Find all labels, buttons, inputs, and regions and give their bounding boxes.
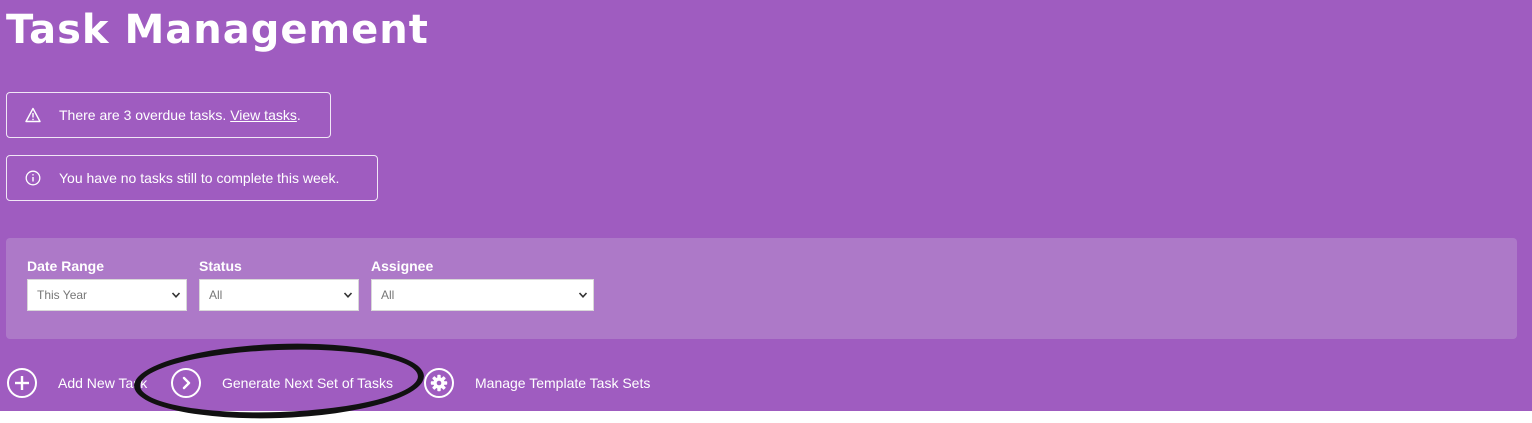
add-new-task-button[interactable]: Add New Task xyxy=(7,366,147,400)
warning-icon xyxy=(25,107,41,123)
page-background xyxy=(0,0,1532,411)
info-alert-text: You have no tasks still to complete this… xyxy=(59,170,340,186)
chevron-down-icon xyxy=(343,292,353,298)
chevron-down-icon xyxy=(578,292,588,298)
manage-template-task-sets-label: Manage Template Task Sets xyxy=(475,375,651,391)
add-new-task-label: Add New Task xyxy=(58,375,148,391)
generate-next-tasks-button[interactable]: Generate Next Set of Tasks xyxy=(171,366,393,400)
date-range-value: This Year xyxy=(37,288,88,302)
manage-template-task-sets-button[interactable]: Manage Template Task Sets xyxy=(424,366,650,400)
generate-next-tasks-label: Generate Next Set of Tasks xyxy=(222,375,393,391)
gear-icon xyxy=(424,368,454,398)
chevron-down-icon xyxy=(171,292,181,298)
info-alert: You have no tasks still to complete this… xyxy=(6,155,378,201)
date-range-filter: Date Range This Year xyxy=(27,258,187,311)
page-title: Task Management xyxy=(6,7,429,53)
status-label: Status xyxy=(199,258,242,274)
date-range-select[interactable]: This Year xyxy=(27,279,187,311)
status-filter: Status All xyxy=(199,258,359,311)
status-value: All xyxy=(209,288,223,302)
chevron-right-circle-icon xyxy=(171,368,201,398)
status-select[interactable]: All xyxy=(199,279,359,311)
assignee-label: Assignee xyxy=(371,258,434,274)
view-tasks-link[interactable]: View tasks xyxy=(230,107,297,123)
overdue-alert: There are 3 overdue tasks. View tasks. xyxy=(6,92,331,138)
filter-panel: Date Range This Year Status All Assignee… xyxy=(6,238,1517,339)
assignee-select[interactable]: All xyxy=(371,279,594,311)
date-range-label: Date Range xyxy=(27,258,105,274)
overdue-alert-text: There are 3 overdue tasks. View tasks. xyxy=(59,107,301,123)
info-icon xyxy=(25,170,41,186)
assignee-filter: Assignee All xyxy=(371,258,594,311)
assignee-value: All xyxy=(381,288,395,302)
plus-circle-icon xyxy=(7,368,37,398)
